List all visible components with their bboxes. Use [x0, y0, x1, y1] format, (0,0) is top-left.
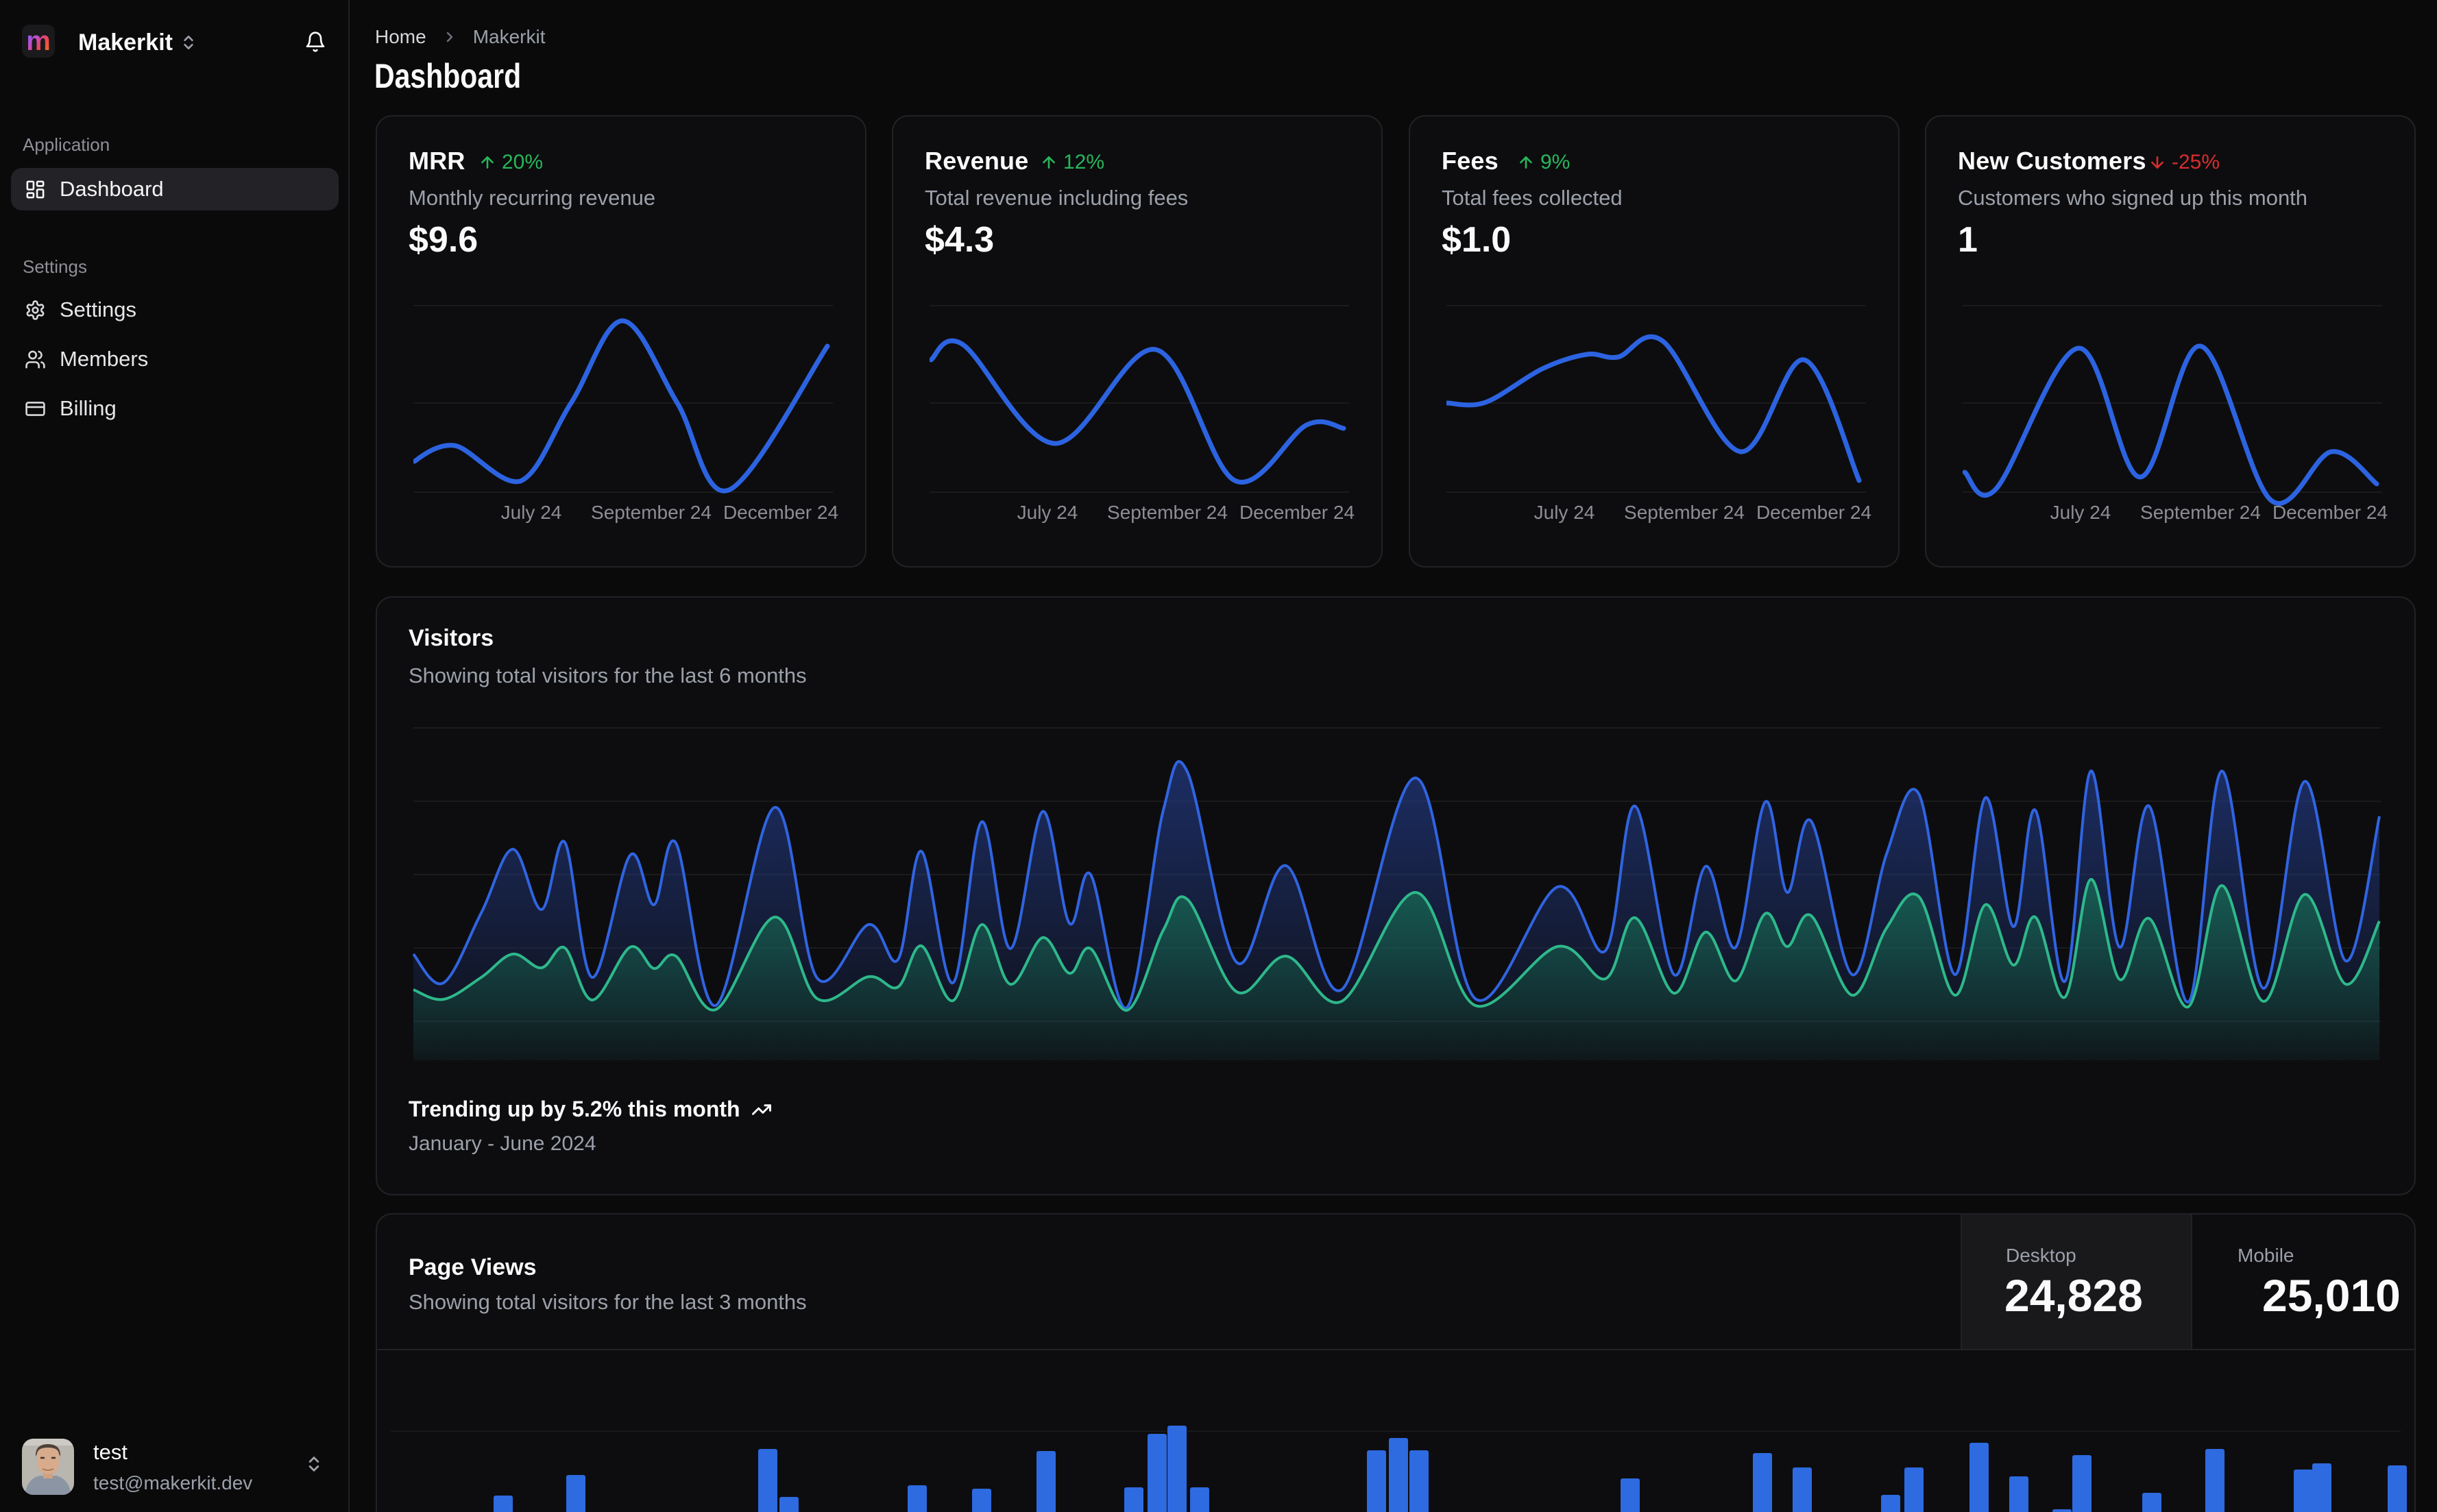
svg-text:m: m: [26, 26, 51, 56]
